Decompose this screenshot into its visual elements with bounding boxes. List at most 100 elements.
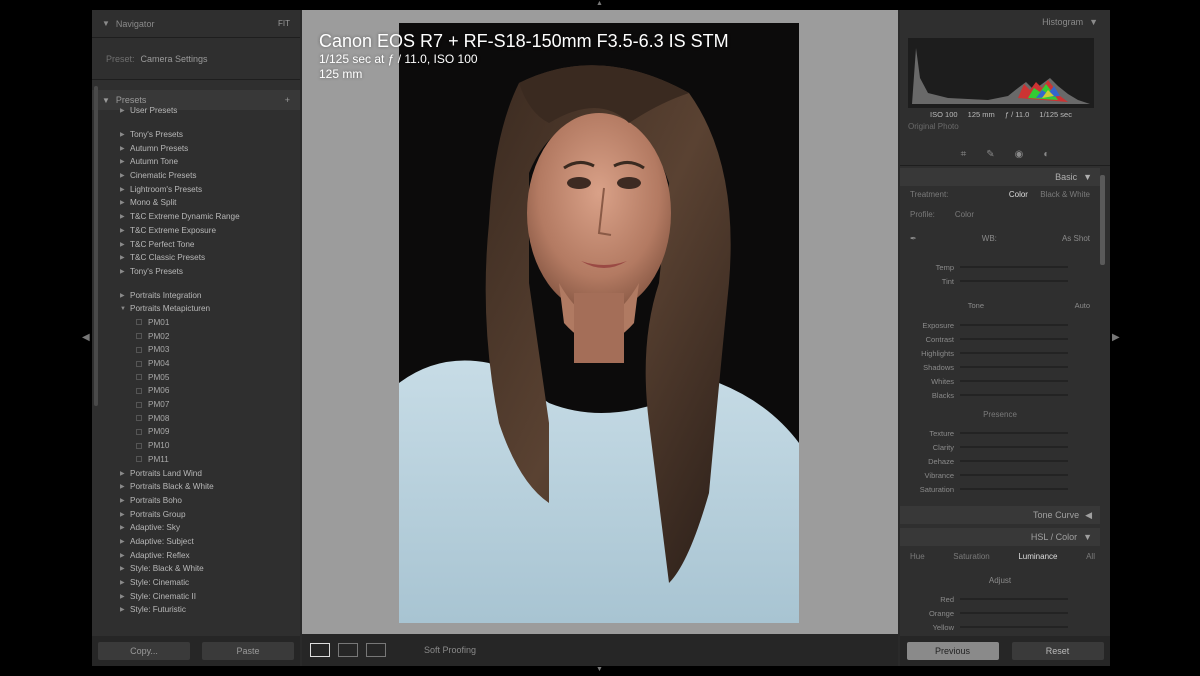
original-photo-toggle[interactable]: Original Photo bbox=[908, 122, 959, 131]
collapse-triangle-icon[interactable]: ◀ bbox=[1085, 510, 1092, 521]
loupe-view-icon[interactable] bbox=[310, 643, 330, 657]
preset-item[interactable]: PM11 bbox=[92, 453, 300, 467]
preset-folder[interactable]: ▶ Lightroom's Presets bbox=[92, 182, 300, 196]
tone-curve-header[interactable]: Tone Curve ◀ bbox=[900, 506, 1100, 524]
preset-folder[interactable]: ▶ Tony's Presets bbox=[92, 128, 300, 142]
red-slider[interactable]: Red bbox=[910, 594, 1090, 604]
right-panel-toggle-icon[interactable]: ▶ bbox=[1112, 332, 1120, 343]
navigator-header[interactable]: ▼ Navigator FIT bbox=[92, 10, 300, 38]
crop-icon[interactable]: ⌗ bbox=[961, 149, 967, 160]
compare-view-icon[interactable] bbox=[338, 643, 358, 657]
slider-track[interactable] bbox=[960, 598, 1068, 600]
left-panel-toggle-icon[interactable]: ◀ bbox=[82, 332, 90, 343]
yellow-slider[interactable]: Yellow bbox=[910, 622, 1090, 632]
collapsed-arrow-icon[interactable]: ▶ bbox=[120, 107, 130, 114]
treatment-bw-option[interactable]: Black & White bbox=[1040, 190, 1090, 199]
collapsed-arrow-icon[interactable]: ▶ bbox=[120, 199, 130, 206]
preset-folder[interactable]: ▶ Style: Futuristic bbox=[92, 603, 300, 617]
slider-track[interactable] bbox=[960, 366, 1068, 368]
collapsed-arrow-icon[interactable]: ▶ bbox=[120, 538, 130, 545]
tone-auto-button[interactable]: Auto bbox=[1075, 301, 1090, 310]
collapsed-arrow-icon[interactable]: ▶ bbox=[120, 483, 130, 490]
collapse-triangle-icon[interactable]: ▼ bbox=[102, 19, 110, 28]
preset-folder[interactable]: ▶ T&C Classic Presets bbox=[92, 251, 300, 265]
brush-icon[interactable]: ✎ bbox=[986, 149, 994, 160]
collapsed-arrow-icon[interactable]: ▶ bbox=[120, 227, 130, 234]
preset-folder[interactable]: ▶ T&C Extreme Dynamic Range bbox=[92, 210, 300, 224]
whites-slider[interactable]: Whites bbox=[910, 376, 1090, 386]
fit-zoom-option[interactable]: FIT bbox=[278, 19, 290, 28]
slider-track[interactable] bbox=[960, 612, 1068, 614]
collapsed-arrow-icon[interactable]: ▶ bbox=[120, 292, 130, 299]
collapsed-arrow-icon[interactable]: ▶ bbox=[120, 213, 130, 220]
slider-track[interactable] bbox=[960, 380, 1068, 382]
collapsed-arrow-icon[interactable]: ▶ bbox=[120, 254, 130, 261]
slider-track[interactable] bbox=[960, 460, 1068, 462]
collapse-triangle-icon[interactable]: ▼ bbox=[1083, 172, 1092, 182]
slider-track[interactable] bbox=[960, 266, 1068, 268]
preset-item[interactable]: PM06 bbox=[92, 384, 300, 398]
slider-track[interactable] bbox=[960, 488, 1068, 490]
collapsed-arrow-icon[interactable]: ▶ bbox=[120, 172, 130, 179]
preset-folder[interactable]: ▶ Portraits Land Wind bbox=[92, 466, 300, 480]
preset-item[interactable]: PM07 bbox=[92, 398, 300, 412]
mask-icon[interactable]: ◐ bbox=[1043, 149, 1049, 160]
collapsed-arrow-icon[interactable]: ▶ bbox=[120, 565, 130, 572]
reset-button[interactable]: Reset bbox=[1011, 642, 1104, 660]
preset-folder[interactable]: ▶ Adaptive: Reflex bbox=[92, 548, 300, 562]
treatment-color-option[interactable]: Color bbox=[1009, 190, 1028, 199]
preset-item[interactable]: PM09 bbox=[92, 425, 300, 439]
shadows-slider[interactable]: Shadows bbox=[910, 362, 1090, 372]
wb-eyedropper-icon[interactable]: ✒ bbox=[910, 234, 917, 243]
portrait-photo[interactable] bbox=[399, 23, 799, 623]
slider-track[interactable] bbox=[960, 338, 1068, 340]
bottom-panel-toggle-icon[interactable]: ▼ bbox=[596, 666, 603, 673]
preset-folder[interactable]: ▶ Cinematic Presets bbox=[92, 169, 300, 183]
preset-folder[interactable]: ▶ Portraits Boho bbox=[92, 494, 300, 508]
preset-folder[interactable]: ▶ Adaptive: Sky bbox=[92, 521, 300, 535]
hsl-header[interactable]: HSL / Color ▼ bbox=[900, 528, 1100, 546]
preset-folder[interactable]: ▶ Style: Black & White bbox=[92, 562, 300, 576]
soft-proofing-toggle[interactable]: Soft Proofing bbox=[424, 645, 476, 655]
collapsed-arrow-icon[interactable]: ▶ bbox=[120, 158, 130, 165]
slider-track[interactable] bbox=[960, 352, 1068, 354]
preset-folder[interactable]: ▶ User Presets bbox=[92, 104, 300, 118]
vibrance-slider[interactable]: Vibrance bbox=[910, 470, 1090, 480]
expanded-arrow-icon[interactable]: ▼ bbox=[120, 306, 130, 312]
preset-folder[interactable]: ▶ Portraits Black & White bbox=[92, 480, 300, 494]
slider-track[interactable] bbox=[960, 432, 1068, 434]
collapsed-arrow-icon[interactable]: ▶ bbox=[120, 552, 130, 559]
redeye-icon[interactable]: ◉ bbox=[1015, 149, 1024, 160]
preset-item[interactable]: PM02 bbox=[92, 329, 300, 343]
tint-slider[interactable]: Tint bbox=[910, 276, 1090, 286]
preset-item[interactable]: PM01 bbox=[92, 316, 300, 330]
texture-slider[interactable]: Texture bbox=[910, 428, 1090, 438]
preset-folder[interactable]: ▶ Mono & Split bbox=[92, 196, 300, 210]
preset-folder[interactable]: ▶ Style: Cinematic bbox=[92, 576, 300, 590]
temp-slider[interactable]: Temp bbox=[910, 262, 1090, 272]
slider-track[interactable] bbox=[960, 394, 1068, 396]
right-scrollbar[interactable] bbox=[1100, 175, 1105, 265]
preset-folder[interactable]: ▶ Autumn Presets bbox=[92, 141, 300, 155]
hsl-tab-saturation[interactable]: Saturation bbox=[953, 552, 989, 561]
wb-dropdown[interactable]: As Shot bbox=[1062, 234, 1090, 243]
preset-folder[interactable]: ▶ T&C Extreme Exposure bbox=[92, 224, 300, 238]
histogram-header[interactable]: Histogram ▼ bbox=[900, 10, 1110, 34]
survey-view-icon[interactable] bbox=[366, 643, 386, 657]
clarity-slider[interactable]: Clarity bbox=[910, 442, 1090, 452]
slider-track[interactable] bbox=[960, 324, 1068, 326]
preset-folder[interactable]: ▶ Portraits Group bbox=[92, 507, 300, 521]
preset-folder[interactable]: ▶ Style: Cinematic II bbox=[92, 589, 300, 603]
blacks-slider[interactable]: Blacks bbox=[910, 390, 1090, 400]
collapsed-arrow-icon[interactable]: ▶ bbox=[120, 511, 130, 518]
preset-folder[interactable]: ▶ Adaptive: Subject bbox=[92, 535, 300, 549]
previous-button[interactable]: Previous bbox=[906, 642, 999, 660]
preset-item[interactable]: PM04 bbox=[92, 357, 300, 371]
collapsed-arrow-icon[interactable]: ▶ bbox=[120, 579, 130, 586]
collapsed-arrow-icon[interactable]: ▶ bbox=[120, 497, 130, 504]
collapsed-arrow-icon[interactable]: ▶ bbox=[120, 241, 130, 248]
orange-slider[interactable]: Orange bbox=[910, 608, 1090, 618]
profile-dropdown[interactable]: Color bbox=[955, 210, 974, 222]
collapsed-arrow-icon[interactable]: ▶ bbox=[120, 268, 130, 275]
collapsed-arrow-icon[interactable]: ▶ bbox=[120, 606, 130, 613]
